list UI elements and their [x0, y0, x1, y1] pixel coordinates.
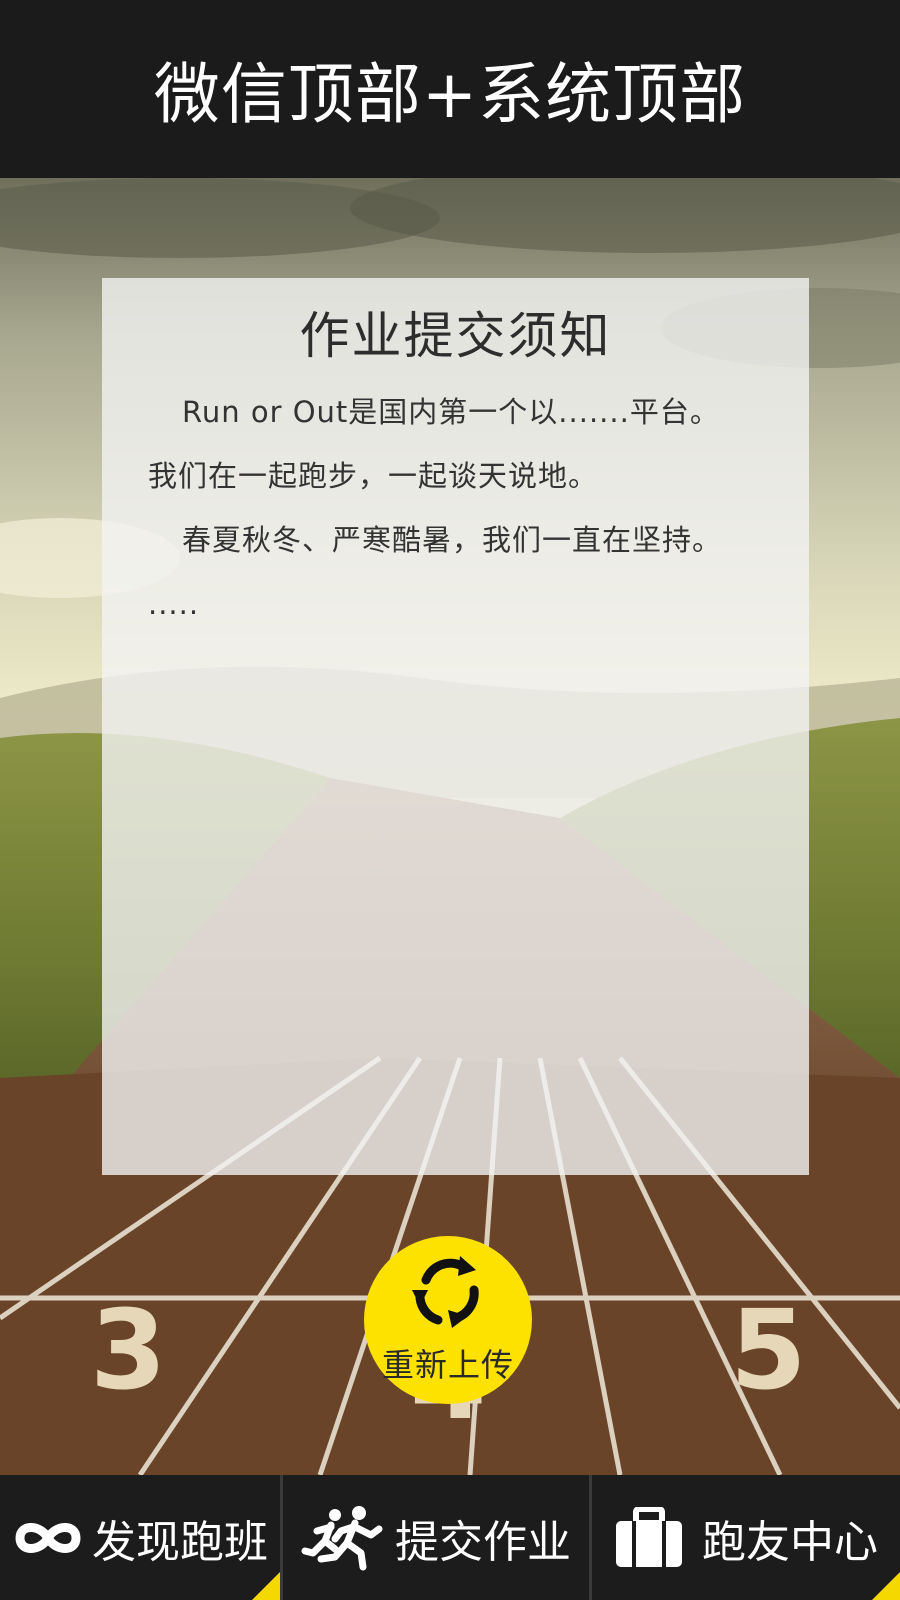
notice-paragraph: 我们在一起跑步，一起谈天说地。	[148, 459, 599, 493]
notice-paragraph: Run or Out是国内第一个以.......平台。	[182, 395, 720, 429]
runners-icon	[301, 1505, 387, 1571]
notice-card: 作业提交须知 Run or Out是国内第一个以.......平台。 我们在一起…	[102, 278, 809, 1175]
svg-text:5: 5	[730, 1286, 807, 1414]
nav-item-label: 跑友中心	[702, 1516, 878, 1568]
nav-item-label: 提交作业	[395, 1516, 571, 1568]
nav-item-discover[interactable]: 发现跑班	[0, 1475, 280, 1600]
nav-item-label: 发现跑班	[92, 1516, 268, 1568]
notice-title: 作业提交须知	[299, 307, 612, 365]
briefcase-icon	[614, 1506, 684, 1569]
nav-item-submit-homework[interactable]: 提交作业	[280, 1475, 592, 1600]
notice-paragraph: .....	[148, 587, 200, 621]
header-title: 微信顶部+系统顶部	[153, 56, 747, 133]
infinity-icon	[12, 1516, 84, 1560]
svg-text:3: 3	[90, 1286, 167, 1414]
refresh-icon	[406, 1250, 490, 1338]
reupload-label: 重新上传	[381, 1346, 514, 1384]
nav-item-runner-center[interactable]: 跑友中心	[592, 1475, 900, 1600]
reupload-button[interactable]: 重新上传	[364, 1236, 532, 1404]
corner-mark	[252, 1572, 280, 1600]
bottom-nav: 发现跑班 提交作业 跑友中心	[0, 1475, 900, 1600]
corner-mark	[872, 1572, 900, 1600]
notice-paragraph: 春夏秋冬、严寒酷暑，我们一直在坚持。	[182, 523, 723, 557]
app-screen: 微信顶部+系统顶部 3 5 作业提交须知 Run or Out是国内第一个以..…	[0, 0, 900, 1600]
top-header: 微信顶部+系统顶部	[0, 0, 900, 178]
